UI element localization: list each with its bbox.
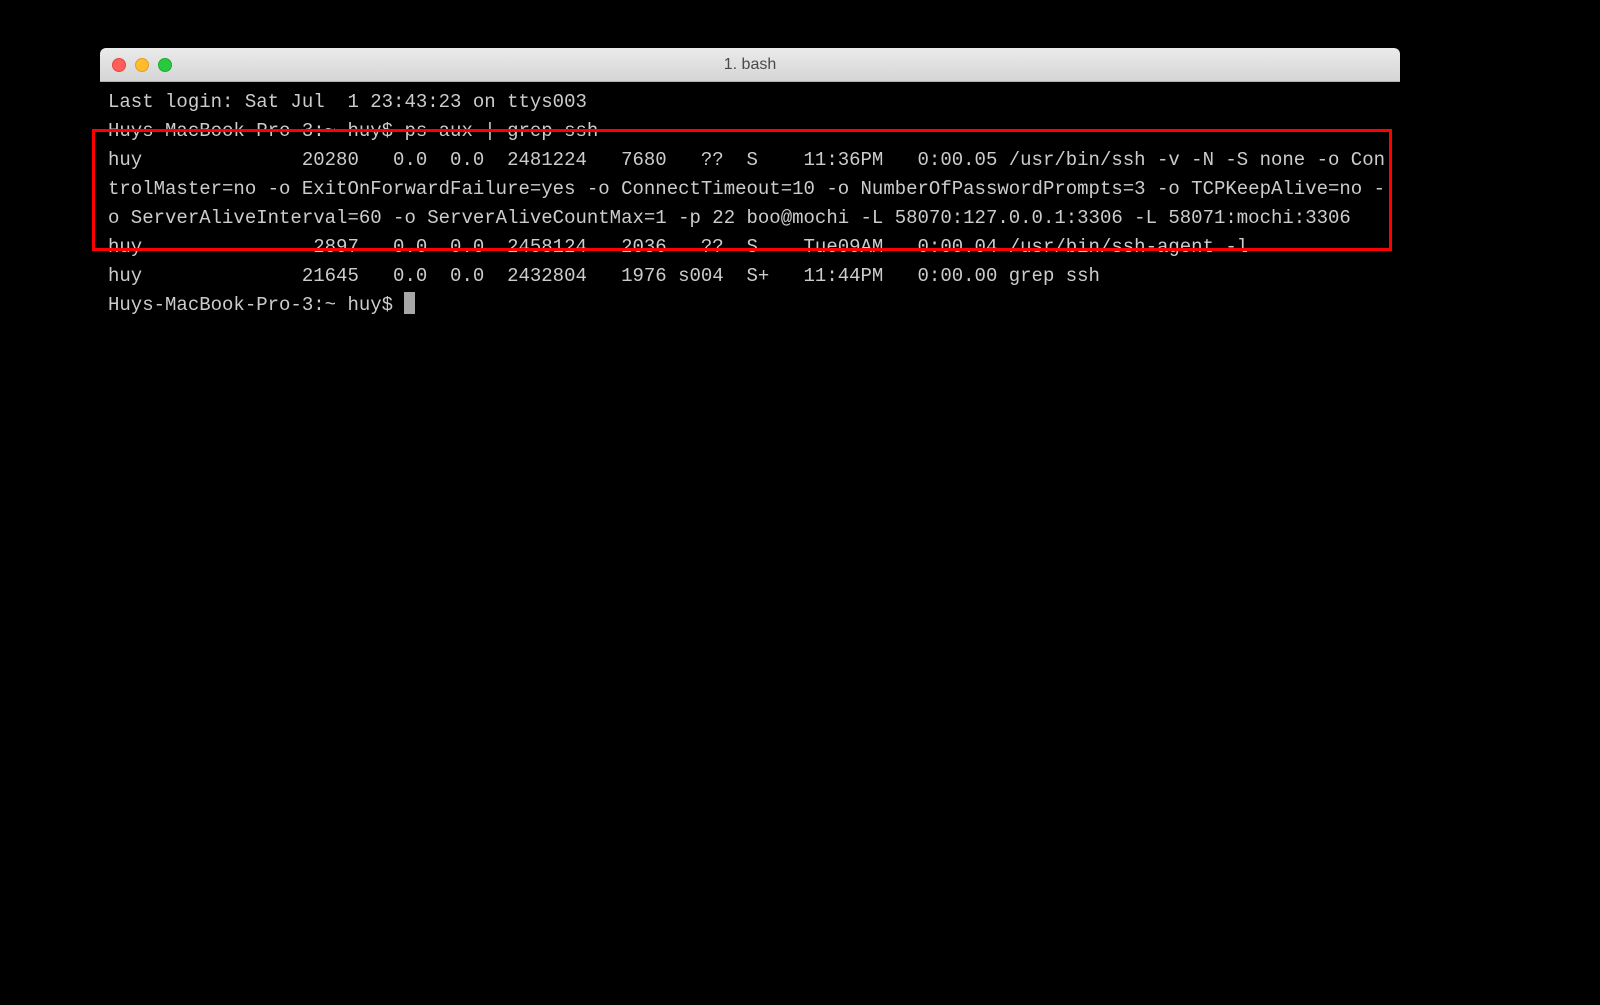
- terminal-prompt: Huys-MacBook-Pro-3:~ huy$: [108, 294, 404, 316]
- terminal-output-line: Last login: Sat Jul 1 23:43:23 on ttys00…: [108, 88, 1392, 117]
- maximize-icon[interactable]: [158, 58, 172, 72]
- title-bar[interactable]: 1. bash: [100, 48, 1400, 82]
- terminal-output-line: huy 21645 0.0 0.0 2432804 1976 s004 S+ 1…: [108, 262, 1392, 291]
- terminal-prompt-line: Huys-MacBook-Pro-3:~ huy$: [108, 291, 1392, 320]
- terminal-output-line: huy 2897 0.0 0.0 2458124 2036 ?? S Tue09…: [108, 233, 1392, 262]
- traffic-lights: [112, 58, 172, 72]
- terminal-window: 1. bash Last login: Sat Jul 1 23:43:23 o…: [100, 48, 1400, 912]
- window-title: 1. bash: [724, 56, 776, 74]
- close-icon[interactable]: [112, 58, 126, 72]
- cursor-icon: [404, 292, 415, 314]
- terminal-body[interactable]: Last login: Sat Jul 1 23:43:23 on ttys00…: [100, 82, 1400, 912]
- terminal-command-line: Huys-MacBook-Pro-3:~ huy$ ps aux | grep …: [108, 117, 1392, 146]
- terminal-output-highlighted: huy 20280 0.0 0.0 2481224 7680 ?? S 11:3…: [108, 146, 1392, 233]
- minimize-icon[interactable]: [135, 58, 149, 72]
